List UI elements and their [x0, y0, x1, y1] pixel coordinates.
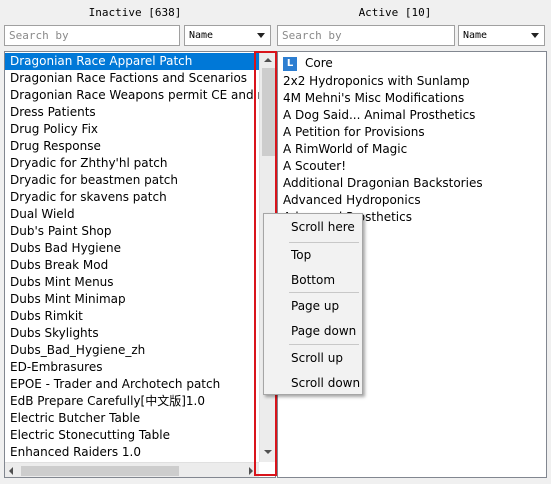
list-item[interactable]: 2x2 Hydroponics with Sunlamp [278, 73, 544, 90]
inactive-sort-select[interactable]: Name [184, 25, 271, 46]
list-item-label: Core [305, 56, 333, 70]
list-item[interactable]: Dragonian Race Weapons permit CE and m [5, 87, 259, 104]
scroll-right-arrow[interactable] [249, 467, 253, 475]
list-item[interactable]: A Dog Said... Animal Prosthetics [278, 107, 544, 124]
active-panel-title: Active [10] [358, 6, 432, 19]
menu-separator [289, 344, 359, 345]
horizontal-scrollbar-thumb[interactable] [21, 466, 179, 476]
menu-item-top[interactable]: Top [291, 245, 311, 265]
list-item[interactable]: Dubs Mint Menus [5, 274, 259, 291]
list-item[interactable]: Additional Dragonian Backstories [278, 175, 544, 192]
list-item[interactable]: Dubs_Bad_Hygiene_zh [5, 342, 259, 359]
menu-item-bottom[interactable]: Bottom [291, 270, 335, 290]
menu-item-page-up[interactable]: Page up [291, 296, 339, 316]
inactive-search-input[interactable]: Search by [4, 25, 180, 46]
core-badge: L [283, 56, 297, 71]
list-item[interactable]: Dubs Rimkit [5, 308, 259, 325]
list-item-selected[interactable]: Dragonian Race Apparel Patch [5, 53, 259, 70]
list-item[interactable]: Drug Response [5, 138, 259, 155]
active-search-input[interactable]: Search by [277, 25, 455, 46]
scroll-left-arrow[interactable] [9, 467, 13, 475]
list-item[interactable]: Dubs Skylights [5, 325, 259, 342]
list-item[interactable]: ED-Embrasures [5, 359, 259, 376]
chevron-down-icon [257, 33, 265, 38]
list-item[interactable]: Enhanced Raiders 1.0 [5, 444, 259, 461]
triangle-right-icon [249, 467, 253, 475]
active-sort-select[interactable]: Name [458, 25, 545, 46]
list-item[interactable]: Electric Butcher Table [5, 410, 259, 427]
menu-item-page-down[interactable]: Page down [291, 321, 356, 341]
list-item[interactable]: Dubs Mint Minimap [5, 291, 259, 308]
menu-item-scroll-up[interactable]: Scroll up [291, 348, 343, 368]
list-item[interactable]: Dryadic for Zhthy'hl patch [5, 155, 259, 172]
list-item[interactable]: Dub's Paint Shop [5, 223, 259, 240]
scrollbar-context-menu: Scroll here Top Bottom Page up Page down… [263, 213, 363, 395]
list-item[interactable]: Dragonian Race Factions and Scenarios [5, 70, 259, 87]
list-item[interactable]: A RimWorld of Magic [278, 141, 544, 158]
list-item[interactable]: Dress Patients [5, 104, 259, 121]
list-item[interactable]: Electric Stonecutting Table [5, 427, 259, 444]
list-item[interactable]: Dubs Bad Hygiene [5, 240, 259, 257]
list-item[interactable]: 4M Mehni's Misc Modifications [278, 90, 544, 107]
menu-separator [289, 292, 359, 293]
list-item[interactable]: EdB Prepare Carefully[中文版]1.0 [5, 393, 259, 410]
list-item[interactable]: Dryadic for beastmen patch [5, 172, 259, 189]
inactive-horizontal-scrollbar[interactable] [5, 462, 259, 477]
inactive-mod-list[interactable]: Dragonian Race Apparel Patch Dragonian Ra… [4, 51, 276, 478]
list-item[interactable]: EPOE - Trader and Archotech patch [5, 376, 259, 393]
menu-separator [289, 242, 359, 243]
chevron-down-icon [531, 33, 539, 38]
inactive-panel-title: Inactive [638] [88, 6, 182, 19]
inactive-sort-value: Name [189, 30, 214, 41]
menu-item-scroll-down[interactable]: Scroll down [291, 373, 360, 393]
list-item[interactable]: A Petition for Provisions [278, 124, 544, 141]
list-item[interactable]: Dryadic for skavens patch [5, 189, 259, 206]
active-sort-value: Name [463, 30, 488, 41]
list-item[interactable]: Dubs Break Mod [5, 257, 259, 274]
triangle-left-icon [9, 467, 13, 475]
list-item[interactable]: A Scouter! [278, 158, 544, 175]
list-item[interactable]: Advanced Hydroponics [278, 192, 544, 209]
menu-item-scroll-here[interactable]: Scroll here [291, 217, 355, 237]
list-item[interactable]: Dual Wield [5, 206, 259, 223]
list-item[interactable]: Drug Policy Fix [5, 121, 259, 138]
list-item[interactable]: L Core [278, 54, 544, 73]
